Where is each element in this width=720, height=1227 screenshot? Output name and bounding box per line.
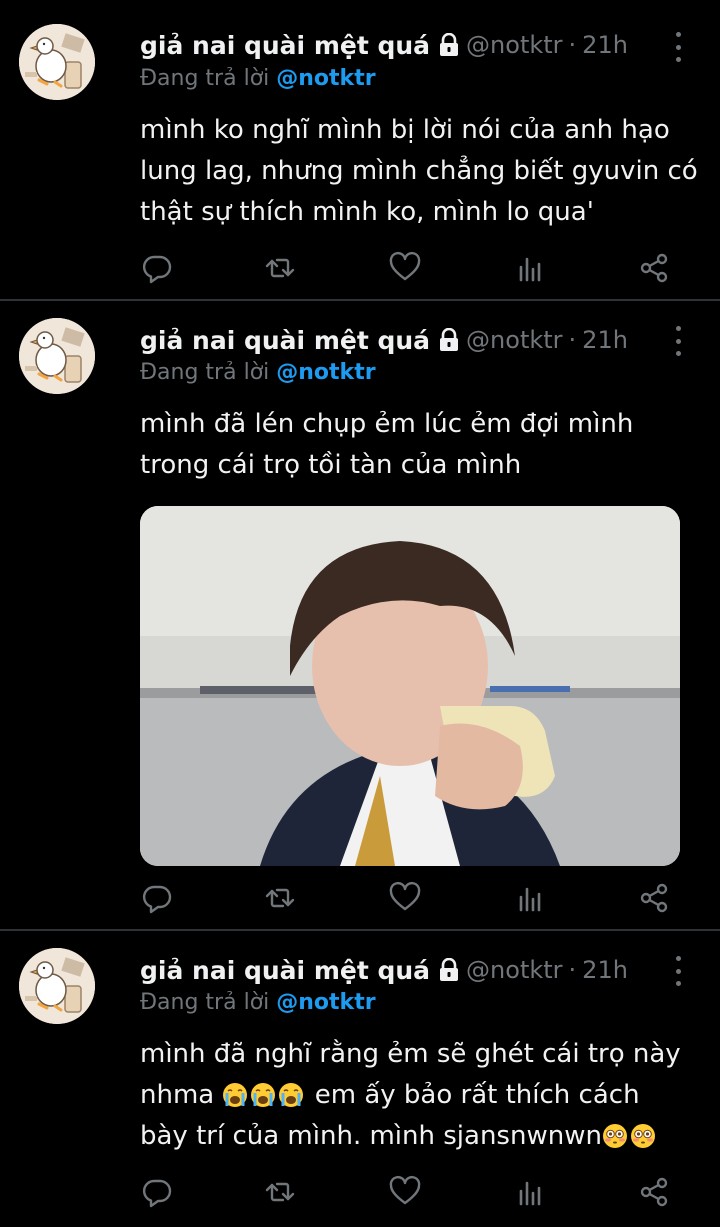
tweet-text: mình đã nghĩ rằng ẻm sẽ ghét cái trọ này…: [140, 1034, 700, 1157]
tweet-header: giả nai quài mệt quá @notktr · 21h: [140, 322, 628, 358]
avatar[interactable]: [19, 318, 95, 394]
lock-icon: [438, 328, 460, 352]
separator: ·: [568, 326, 577, 354]
avatar[interactable]: [19, 24, 95, 100]
reply-to-link[interactable]: @notktr: [276, 66, 375, 91]
tweet-text-line: trong cái trọ tồi tàn của mình: [140, 450, 522, 480]
retweet-icon[interactable]: [263, 881, 297, 915]
reply-icon[interactable]: [140, 251, 174, 285]
share-icon[interactable]: [637, 881, 671, 915]
tweet-header: giả nai quài mệt quá @notktr · 21h: [140, 952, 628, 988]
reply-icon[interactable]: [140, 1175, 174, 1209]
like-icon[interactable]: [388, 251, 422, 285]
tweet-text: mình ko nghĩ mình bị lời nói của anh hạo…: [140, 110, 700, 233]
action-bar: [140, 1175, 670, 1211]
loudly-crying-face-emoji-icon: [278, 1082, 304, 1108]
loudly-crying-face-emoji-icon: [222, 1082, 248, 1108]
action-bar: [140, 881, 670, 917]
divider: [0, 929, 720, 931]
like-icon[interactable]: [388, 881, 422, 915]
reply-context: Đang trả lời @notktr: [140, 66, 376, 91]
tweet-text-line: bày trí của mình. mình sjansnwnwn: [140, 1116, 700, 1157]
tweet-text-line: mình đã lén chụp ẻm lúc ẻm đợi mình: [140, 409, 634, 439]
flushed-face-emoji-icon: [602, 1123, 628, 1149]
display-name[interactable]: giả nai quài mệt quá: [140, 956, 430, 985]
tweet-text-line: thật sự thích mình ko, mình lo qua': [140, 197, 594, 227]
reply-prefix: Đang trả lời: [140, 66, 270, 91]
more-options-icon[interactable]: [671, 956, 685, 986]
tweet-text-fragment: nhma: [140, 1080, 215, 1110]
avatar[interactable]: [19, 948, 95, 1024]
display-name[interactable]: giả nai quài mệt quá: [140, 31, 430, 60]
timestamp[interactable]: 21h: [582, 956, 628, 984]
separator: ·: [568, 956, 577, 984]
action-bar: [140, 251, 670, 287]
tweet-text-line: lung lag, nhưng mình chẳng biết gyuvin c…: [140, 156, 698, 186]
handle[interactable]: @notktr: [466, 31, 562, 59]
reply-context: Đang trả lời @notktr: [140, 990, 376, 1015]
reply-context: Đang trả lời @notktr: [140, 360, 376, 385]
retweet-icon[interactable]: [263, 1175, 297, 1209]
retweet-icon[interactable]: [263, 251, 297, 285]
tweet-header: giả nai quài mệt quá @notktr · 21h: [140, 27, 628, 63]
like-icon[interactable]: [388, 1175, 422, 1209]
lock-icon: [438, 33, 460, 57]
timestamp[interactable]: 21h: [582, 326, 628, 354]
flushed-face-emoji-icon: [630, 1123, 656, 1149]
analytics-icon[interactable]: [513, 251, 547, 285]
share-icon[interactable]: [637, 1175, 671, 1209]
separator: ·: [568, 31, 577, 59]
tweet-text: mình đã lén chụp ẻm lúc ẻm đợi mình tron…: [140, 404, 700, 486]
tweet-text-fragment: bày trí của mình. mình sjansnwnwn: [140, 1121, 602, 1151]
loudly-crying-face-emoji-icon: [250, 1082, 276, 1108]
display-name[interactable]: giả nai quài mệt quá: [140, 326, 430, 355]
timestamp[interactable]: 21h: [582, 31, 628, 59]
reply-to-link[interactable]: @notktr: [276, 990, 375, 1015]
reply-prefix: Đang trả lời: [140, 360, 270, 385]
more-options-icon[interactable]: [671, 32, 685, 62]
lock-icon: [438, 958, 460, 982]
reply-to-link[interactable]: @notktr: [276, 360, 375, 385]
tweet-text-line: mình ko nghĩ mình bị lời nói của anh hạo: [140, 115, 670, 145]
divider: [0, 299, 720, 301]
reply-prefix: Đang trả lời: [140, 990, 270, 1015]
reply-icon[interactable]: [140, 881, 174, 915]
share-icon[interactable]: [637, 251, 671, 285]
tweet-text-line: mình đã nghĩ rằng ẻm sẽ ghét cái trọ này: [140, 1039, 681, 1069]
analytics-icon[interactable]: [513, 1175, 547, 1209]
tweet-text-line: nhma em ấy bảo rất thích cách: [140, 1075, 700, 1116]
tweet-photo[interactable]: [140, 506, 680, 866]
tweet-text-fragment: em ấy bảo rất thích cách: [314, 1080, 640, 1110]
analytics-icon[interactable]: [513, 881, 547, 915]
handle[interactable]: @notktr: [466, 326, 562, 354]
handle[interactable]: @notktr: [466, 956, 562, 984]
more-options-icon[interactable]: [671, 326, 685, 356]
